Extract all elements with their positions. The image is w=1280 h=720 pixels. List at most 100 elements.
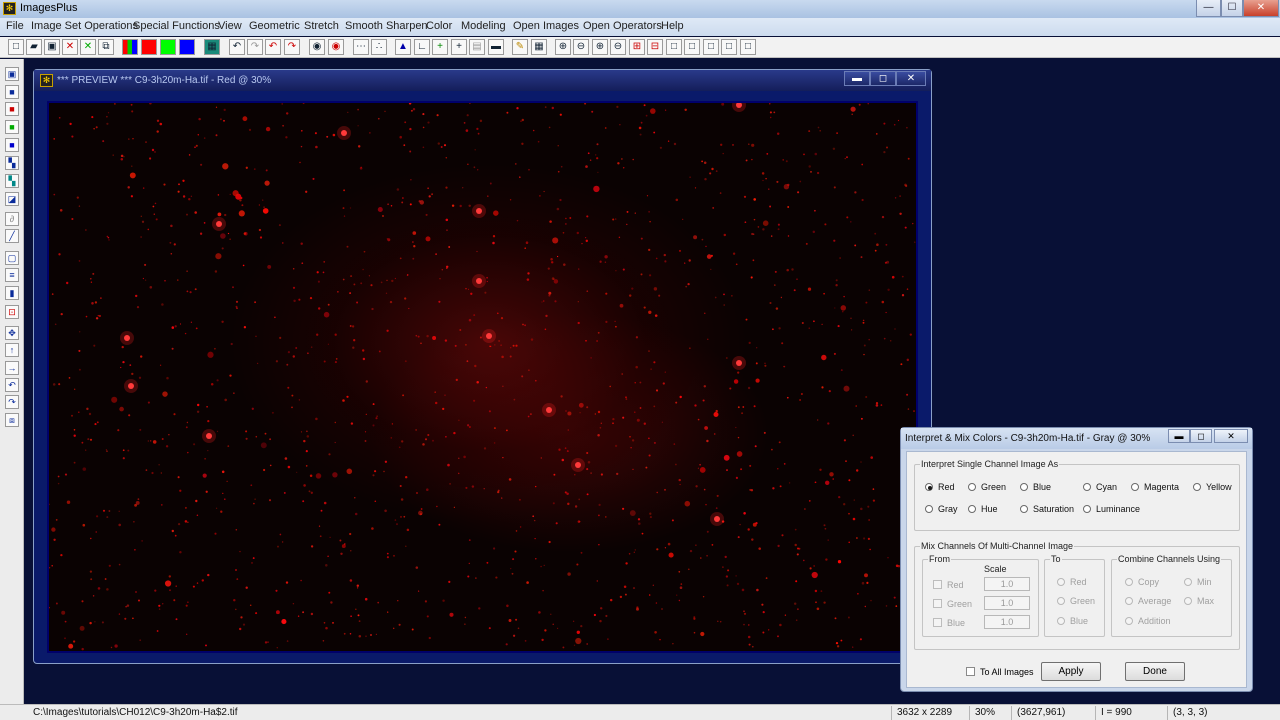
- radio-interpret-yellow[interactable]: Yellow: [1193, 482, 1232, 492]
- radio-interpret-red[interactable]: Red: [925, 482, 955, 492]
- crop-icon[interactable]: ⊡: [5, 305, 19, 319]
- minimize-button[interactable]: —: [1196, 0, 1221, 17]
- axis-icon[interactable]: ∟: [414, 39, 430, 55]
- done-button[interactable]: Done: [1125, 662, 1185, 681]
- radio-combine-copy[interactable]: Copy: [1125, 577, 1159, 587]
- frame-3-icon[interactable]: □: [703, 39, 719, 55]
- menu-color[interactable]: Color: [426, 20, 452, 32]
- green-channel-icon[interactable]: [160, 39, 176, 55]
- menu-image-set-operations[interactable]: Image Set Operations: [31, 20, 138, 32]
- red-channel-icon[interactable]: [141, 39, 157, 55]
- matrix-icon[interactable]: ▦: [531, 39, 547, 55]
- radio-combine-max[interactable]: Max: [1184, 596, 1214, 606]
- histogram-icon[interactable]: ▲: [395, 39, 411, 55]
- preview-close-button[interactable]: ✕: [896, 71, 926, 86]
- zoom-in-all-icon[interactable]: ⊞: [629, 39, 645, 55]
- circle-select-icon[interactable]: ◉: [309, 39, 325, 55]
- grid-icon[interactable]: ▦: [204, 39, 220, 55]
- menu-open-images[interactable]: Open Images: [513, 20, 579, 32]
- scale-red-field[interactable]: 1.0: [984, 577, 1030, 591]
- scale-green-field[interactable]: 1.0: [984, 596, 1030, 610]
- radio-to-red[interactable]: Red: [1057, 577, 1087, 587]
- apply-button[interactable]: Apply: [1041, 662, 1101, 681]
- zoom-fit-icon[interactable]: ⊕: [592, 39, 608, 55]
- crosshair-icon[interactable]: +: [451, 39, 467, 55]
- radio-to-green[interactable]: Green: [1057, 596, 1095, 606]
- preview-minimize-button[interactable]: ▬: [844, 71, 870, 86]
- dialog-close-button[interactable]: ✕: [1214, 429, 1248, 443]
- close-image-icon[interactable]: ✕: [62, 39, 78, 55]
- menu-geometric[interactable]: Geometric: [249, 20, 300, 32]
- radio-interpret-blue[interactable]: Blue: [1020, 482, 1051, 492]
- point-marker-icon[interactable]: ∴: [371, 39, 387, 55]
- from-red-checkbox[interactable]: Red: [933, 580, 964, 590]
- new-file-icon[interactable]: □: [8, 39, 24, 55]
- redo-all-icon[interactable]: ↷: [284, 39, 300, 55]
- radio-interpret-luminance[interactable]: Luminance: [1083, 504, 1140, 514]
- frame-5-icon[interactable]: □: [740, 39, 756, 55]
- dialog-titlebar[interactable]: Interpret & Mix Colors - C9-3h20m-Ha.tif…: [901, 428, 1252, 449]
- zoom-actual-icon[interactable]: ⊖: [610, 39, 626, 55]
- frame-4-icon[interactable]: □: [721, 39, 737, 55]
- black-square-icon[interactable]: ■: [5, 85, 19, 99]
- copy-window-icon[interactable]: ⧉: [98, 39, 114, 55]
- table-icon[interactable]: ▤: [469, 39, 485, 55]
- arrow-right-icon[interactable]: →: [5, 361, 19, 375]
- radio-interpret-green[interactable]: Green: [968, 482, 1006, 492]
- rotate-right-icon[interactable]: ↷: [5, 395, 19, 409]
- lasso-icon[interactable]: ∂: [5, 212, 19, 226]
- radio-combine-min[interactable]: Min: [1184, 577, 1212, 587]
- menu-modeling[interactable]: Modeling: [461, 20, 506, 32]
- split-channels-icon[interactable]: ▚: [5, 156, 19, 170]
- teal-channel-icon[interactable]: ▚: [5, 174, 19, 188]
- radio-to-blue[interactable]: Blue: [1057, 616, 1088, 626]
- save-icon[interactable]: ▣: [44, 39, 60, 55]
- radio-interpret-gray[interactable]: Gray: [925, 504, 958, 514]
- camera-icon[interactable]: ▬: [488, 39, 504, 55]
- red-overlay-icon[interactable]: ■: [5, 102, 19, 116]
- dialog-maximize-button[interactable]: ◻: [1190, 429, 1212, 443]
- zoom-in-icon[interactable]: ⊕: [555, 39, 571, 55]
- menu-file[interactable]: File: [6, 20, 24, 32]
- circle-select-red-icon[interactable]: ◉: [328, 39, 344, 55]
- pencil-icon[interactable]: ✎: [512, 39, 528, 55]
- blue-overlay-icon[interactable]: ■: [5, 138, 19, 152]
- scale-blue-field[interactable]: 1.0: [984, 615, 1030, 629]
- nebula-image[interactable]: [49, 103, 916, 651]
- undo-icon[interactable]: ↶: [229, 39, 245, 55]
- preview-window[interactable]: ✻ *** PREVIEW *** C9-3h20m-Ha.tif - Red …: [33, 69, 932, 664]
- radio-combine-addition[interactable]: Addition: [1125, 616, 1171, 626]
- radio-interpret-magenta[interactable]: Magenta: [1131, 482, 1179, 492]
- radio-interpret-cyan[interactable]: Cyan: [1083, 482, 1117, 492]
- flip-icon[interactable]: ⧈: [5, 413, 19, 427]
- luminance-icon[interactable]: ◪: [5, 192, 19, 206]
- rectangle-select-icon[interactable]: ▢: [5, 251, 19, 265]
- dialog-minimize-button[interactable]: ▬: [1168, 429, 1190, 443]
- radio-interpret-hue[interactable]: Hue: [968, 504, 998, 514]
- close-button[interactable]: ✕: [1243, 0, 1279, 17]
- zoom-out-all-icon[interactable]: ⊟: [647, 39, 663, 55]
- arrow-up-icon[interactable]: ↑: [5, 343, 19, 357]
- move-icon[interactable]: ✥: [5, 326, 19, 340]
- rgb-channels-icon[interactable]: [122, 39, 138, 55]
- to-all-images-checkbox[interactable]: To All Images: [966, 667, 1034, 677]
- black-bar-icon[interactable]: ▮: [5, 286, 19, 300]
- close-all-icon[interactable]: ✕: [80, 39, 96, 55]
- levels-icon[interactable]: ≡: [5, 268, 19, 282]
- interpret-mix-colors-dialog[interactable]: Interpret & Mix Colors - C9-3h20m-Ha.tif…: [900, 427, 1253, 692]
- menu-view[interactable]: View: [218, 20, 242, 32]
- frame-2-icon[interactable]: □: [684, 39, 700, 55]
- redo-icon[interactable]: ↷: [247, 39, 263, 55]
- green-overlay-icon[interactable]: ■: [5, 120, 19, 134]
- crosshair-green-icon[interactable]: +: [432, 39, 448, 55]
- rotate-left-icon[interactable]: ↶: [5, 378, 19, 392]
- from-green-checkbox[interactable]: Green: [933, 599, 972, 609]
- open-folder-icon[interactable]: ▰: [26, 39, 42, 55]
- radio-interpret-saturation[interactable]: Saturation: [1020, 504, 1074, 514]
- dots-line-icon[interactable]: ⋯: [353, 39, 369, 55]
- frame-1-icon[interactable]: □: [666, 39, 682, 55]
- menu-help[interactable]: Help: [661, 20, 684, 32]
- menu-open-operators[interactable]: Open Operators: [583, 20, 662, 32]
- menu-stretch[interactable]: Stretch: [304, 20, 339, 32]
- draw-line-icon[interactable]: ╱: [5, 229, 19, 243]
